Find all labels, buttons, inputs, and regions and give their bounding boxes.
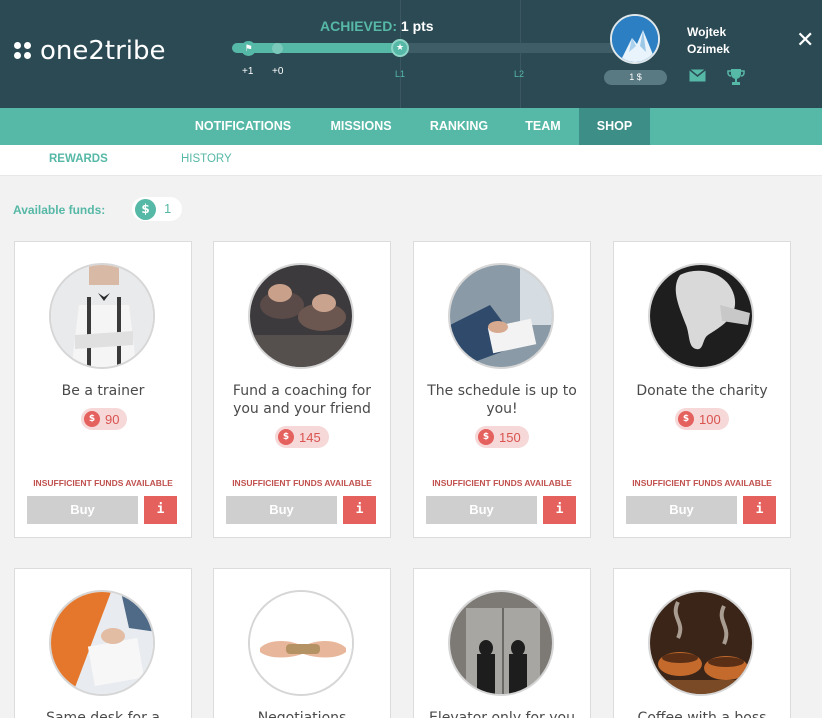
available-funds-label: Available funds: <box>13 203 106 217</box>
flag-icon: ⚑ <box>241 41 256 56</box>
dollar-coin-icon: $ <box>84 411 100 427</box>
milestone-dot-icon <box>272 43 283 54</box>
achieved-value: 1 pts <box>400 18 434 34</box>
progress-track <box>232 43 627 53</box>
reward-card: Be a trainer $ 90 INSUFFICIENT FUNDS AVA… <box>14 241 192 538</box>
available-funds-value: 1 <box>164 201 172 216</box>
reward-image <box>248 590 354 696</box>
user-first-name: Wojtek <box>687 25 727 39</box>
trophy-icon[interactable] <box>727 68 745 90</box>
info-button[interactable]: i <box>343 496 376 524</box>
info-button[interactable]: i <box>543 496 576 524</box>
reward-card: Coffee with a boss <box>613 568 791 718</box>
info-button[interactable]: i <box>743 496 776 524</box>
mail-icon[interactable] <box>689 68 706 87</box>
reward-title: Donate the charity <box>636 383 768 399</box>
reward-price: $ 150 <box>475 426 529 448</box>
reward-title: Negotiations <box>257 710 347 718</box>
progress-fill <box>232 43 402 53</box>
progress-marker-label: +1 <box>242 66 254 77</box>
info-button[interactable]: i <box>144 496 177 524</box>
dollar-coin-icon: $ <box>478 429 494 445</box>
tab-team[interactable]: TEAM <box>512 108 574 145</box>
buy-button[interactable]: Buy <box>426 496 537 524</box>
buy-button[interactable]: Buy <box>27 496 138 524</box>
avatar[interactable] <box>610 14 660 64</box>
user-name[interactable]: Wojtek Ozimek <box>687 24 730 58</box>
reward-image <box>49 263 155 369</box>
subtab-history[interactable]: HISTORY <box>181 153 232 165</box>
reward-title: Coffee with a boss <box>637 710 767 718</box>
insufficient-funds-notice: INSUFFICIENT FUNDS AVAILABLE <box>432 478 572 488</box>
tab-shop[interactable]: SHOP <box>579 108 650 145</box>
main-nav: NOTIFICATIONS MISSIONS RANKING TEAM SHOP <box>0 108 822 145</box>
reward-image <box>448 263 554 369</box>
user-balance: 1 $ <box>604 70 667 85</box>
achieved-label: ACHIEVED: <box>320 18 398 34</box>
reward-card: Donate the charity $ 100 INSUFFICIENT FU… <box>613 241 791 538</box>
reward-card: The schedule is up to you! $ 150 INSUFFI… <box>413 241 591 538</box>
insufficient-funds-notice: INSUFFICIENT FUNDS AVAILABLE <box>232 478 372 488</box>
dollar-coin-icon: $ <box>135 199 156 220</box>
reward-image <box>648 263 754 369</box>
buy-button[interactable]: Buy <box>626 496 737 524</box>
reward-title: Same desk for a <box>46 710 160 718</box>
level-label: L2 <box>514 69 525 79</box>
reward-title: Be a trainer <box>61 383 145 399</box>
reward-image <box>448 590 554 696</box>
logo-text: one2tribe <box>40 36 166 66</box>
achieved-points: ACHIEVED: 1 pts <box>320 18 434 34</box>
available-funds-badge: $ 1 <box>132 197 182 221</box>
reward-card: Negotiations <box>213 568 391 718</box>
reward-card: Elevator only for you <box>413 568 591 718</box>
price-value: 150 <box>499 429 521 445</box>
reward-title: Elevator only for you <box>429 710 575 718</box>
insufficient-funds-notice: INSUFFICIENT FUNDS AVAILABLE <box>33 478 173 488</box>
reward-image <box>49 590 155 696</box>
logo-dots-icon <box>14 40 36 62</box>
reward-price: $ 90 <box>81 408 128 430</box>
close-button[interactable]: ✕ <box>796 28 814 53</box>
reward-image <box>248 263 354 369</box>
subtab-rewards[interactable]: REWARDS <box>49 153 108 165</box>
reward-card: Same desk for a <box>14 568 192 718</box>
reward-title: The schedule is up to you! <box>427 383 577 417</box>
reward-price: $ 100 <box>675 408 729 430</box>
tab-ranking[interactable]: RANKING <box>418 108 500 145</box>
user-last-name: Ozimek <box>687 42 730 56</box>
insufficient-funds-notice: INSUFFICIENT FUNDS AVAILABLE <box>632 478 772 488</box>
sub-nav: REWARDS HISTORY <box>0 145 822 176</box>
tab-missions[interactable]: MISSIONS <box>318 108 404 145</box>
level-label: L1 <box>395 69 406 79</box>
tab-notifications[interactable]: NOTIFICATIONS <box>183 108 303 145</box>
star-icon: ★ <box>391 39 409 57</box>
dollar-coin-icon: $ <box>678 411 694 427</box>
buy-button[interactable]: Buy <box>226 496 337 524</box>
app-logo[interactable]: one2tribe <box>14 36 166 66</box>
reward-image <box>648 590 754 696</box>
progress-marker-label: +0 <box>272 66 284 77</box>
reward-title: Fund a coaching for you and your friend <box>232 383 372 417</box>
price-value: 145 <box>299 429 321 445</box>
top-header: one2tribe ACHIEVED: 1 pts ⚑ ★ +1 +0 L1 L… <box>0 0 822 108</box>
dollar-coin-icon: $ <box>278 429 294 445</box>
level-divider <box>520 0 521 108</box>
reward-card: Fund a coaching for you and your friend … <box>213 241 391 538</box>
price-value: 100 <box>699 411 721 427</box>
reward-price: $ 145 <box>275 426 329 448</box>
price-value: 90 <box>105 411 120 427</box>
